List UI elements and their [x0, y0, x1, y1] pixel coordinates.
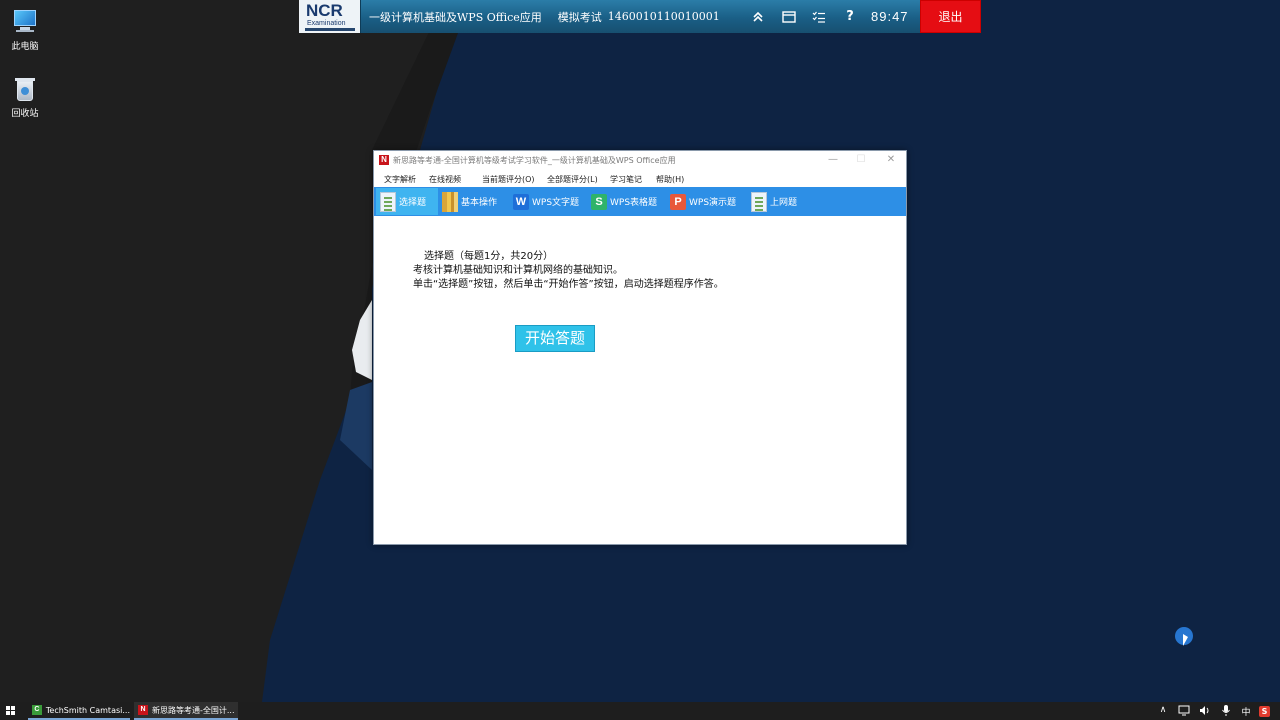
help-icon[interactable]: ?: [842, 9, 858, 25]
taskbar-item-label: 新思路等考通-全国计...: [152, 705, 235, 715]
taskbar-item-camtasia[interactable]: C TechSmith Camtasi...: [28, 702, 130, 720]
taskbar-item-exam-app[interactable]: N 新思路等考通-全国计...: [134, 702, 238, 720]
menu-help[interactable]: 帮助(H): [656, 174, 684, 185]
collapse-up-icon[interactable]: [750, 9, 766, 25]
section-heading: 选择题（每题1分，共20分）: [424, 251, 554, 262]
taskbar-item-label: TechSmith Camtasi...: [45, 705, 130, 715]
document-icon: [380, 191, 396, 212]
recycle-bin-icon: [11, 75, 39, 103]
instructions-panel: 选择题（每题1分，共20分） 考核计算机基础知识和计算机网络的基础知识。 单击“…: [374, 216, 906, 544]
app-n-icon: N: [138, 705, 148, 715]
wps-writer-icon: W: [513, 193, 529, 210]
menu-score-all[interactable]: 全部题评分(L): [547, 174, 598, 185]
logo-subtext: Examination: [307, 20, 346, 27]
window-icon[interactable]: [781, 9, 797, 25]
tab-label: 上网题: [770, 198, 798, 208]
windows-start-icon[interactable]: [6, 706, 16, 716]
maximize-button[interactable]: ☐: [853, 153, 869, 167]
exit-button[interactable]: 退出: [920, 0, 981, 33]
ncr-logo: NCR Examination: [299, 0, 361, 33]
desktop-icon-computer[interactable]: 此电脑: [0, 8, 50, 52]
section-description: 考核计算机基础知识和计算机网络的基础知识。: [413, 265, 623, 276]
minimize-button[interactable]: —: [825, 153, 841, 167]
ime-indicator[interactable]: 中: [1239, 705, 1253, 718]
menu-text-analysis[interactable]: 文字解析: [384, 174, 416, 185]
mouse-cursor-icon: [1183, 634, 1188, 646]
question-type-toolbar: 选择题 基本操作 W WPS文字题 S WPS表格题 P WPS演示题 上网题: [374, 187, 906, 216]
exam-subject: 一级计算机基础及WPS Office应用: [369, 10, 542, 24]
window-title: 新思路等考通-全国计算机等级考试学习软件_一级计算机基础及WPS Office应…: [393, 156, 676, 165]
tab-wps-writer[interactable]: W WPS文字题: [513, 188, 587, 215]
tab-basic-operations[interactable]: 基本操作: [442, 188, 506, 215]
exam-mode: 模拟考试: [557, 10, 602, 24]
taskbar: C TechSmith Camtasi... N 新思路等考通-全国计... ∧…: [0, 702, 1280, 720]
tab-label: WPS文字题: [532, 198, 580, 208]
tray-chevron-icon[interactable]: ∧: [1156, 705, 1170, 715]
tab-label: WPS表格题: [610, 198, 658, 208]
computer-icon: [11, 8, 39, 36]
tab-wps-spreadsheet[interactable]: S WPS表格题: [591, 188, 665, 215]
app-window: N 新思路等考通-全国计算机等级考试学习软件_一级计算机基础及WPS Offic…: [373, 150, 907, 545]
checklist-icon[interactable]: [811, 9, 827, 25]
camtasia-icon: C: [32, 705, 42, 715]
menu-online-video[interactable]: 在线视频: [429, 174, 461, 185]
network-icon[interactable]: [1177, 705, 1191, 719]
wps-presentation-icon: P: [670, 193, 686, 210]
desktop-icon-recycle-bin[interactable]: 回收站: [0, 75, 50, 119]
countdown-timer: 89:47: [871, 9, 909, 24]
volume-icon[interactable]: [1198, 705, 1212, 719]
wps-spreadsheet-icon: S: [591, 193, 607, 210]
close-button[interactable]: ✕: [883, 153, 899, 167]
logo-text: NCR: [306, 1, 343, 20]
tab-label: WPS演示题: [689, 198, 737, 208]
microphone-icon[interactable]: [1219, 705, 1233, 719]
sogou-ime-icon[interactable]: S: [1259, 706, 1270, 717]
tab-label: 基本操作: [461, 198, 498, 208]
menu-score-current[interactable]: 当前题评分(O): [482, 174, 535, 185]
tab-internet-questions[interactable]: 上网题: [751, 188, 811, 215]
tab-wps-presentation[interactable]: P WPS演示题: [670, 188, 744, 215]
menu-study-notes[interactable]: 学习笔记: [610, 174, 642, 185]
start-answering-button[interactable]: 开始答题: [515, 325, 595, 352]
books-icon: [442, 191, 458, 212]
app-logo-icon: N: [379, 155, 389, 165]
desktop-icon-label: 此电脑: [11, 42, 39, 52]
tab-label: 选择题: [399, 198, 427, 208]
tab-choice-questions[interactable]: 选择题: [376, 188, 438, 215]
menu-bar: 文字解析 在线视频 当前题评分(O) 全部题评分(L) 学习笔记 帮助(H): [374, 171, 906, 187]
window-titlebar[interactable]: N 新思路等考通-全国计算机等级考试学习软件_一级计算机基础及WPS Offic…: [374, 151, 906, 170]
section-instructions: 单击“选择题”按钮，然后单击“开始作答”按钮，启动选择题程序作答。: [413, 279, 724, 290]
exam-id: 1460010110010001: [607, 10, 720, 23]
desktop-icon-label: 回收站: [11, 109, 39, 119]
document-icon: [751, 191, 767, 212]
